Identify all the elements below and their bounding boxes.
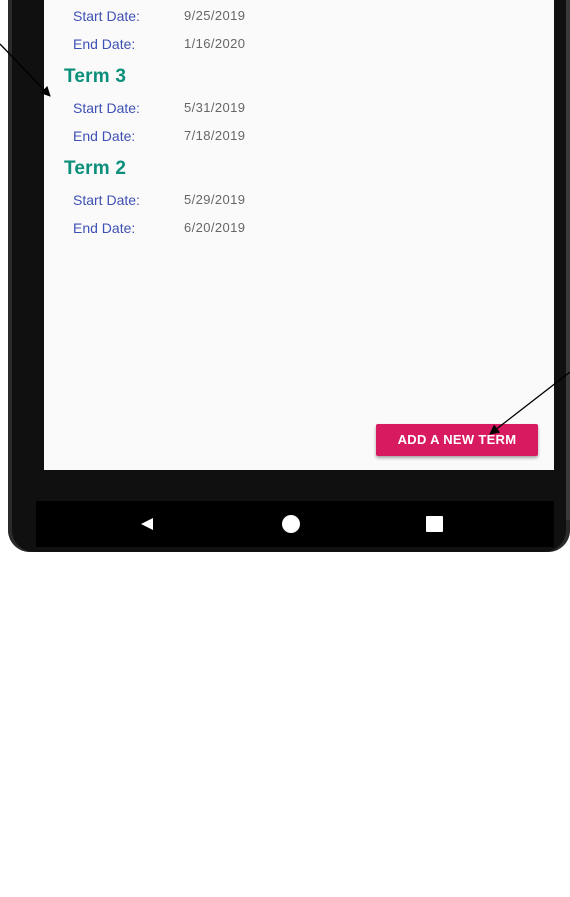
phone-frame: Start Date: 9/25/2019 End Date: 1/16/202… <box>8 0 570 552</box>
start-date-value: 5/29/2019 <box>184 192 246 207</box>
end-date-value: 6/20/2019 <box>184 220 246 235</box>
end-date-value: 1/16/2020 <box>184 36 246 51</box>
system-nav-bar <box>36 501 554 547</box>
start-date-label: Start Date: <box>73 192 140 208</box>
add-new-term-button[interactable]: ADD A NEW TERM <box>376 424 538 456</box>
start-date-value: 5/31/2019 <box>184 100 246 115</box>
recents-square-icon <box>426 516 443 532</box>
phone-side-bevel <box>566 0 570 520</box>
end-date-value: 7/18/2019 <box>184 128 246 143</box>
nav-home-button[interactable] <box>276 509 306 539</box>
end-date-label: End Date: <box>73 220 136 236</box>
start-date-label: Start Date: <box>73 8 140 24</box>
nav-recents-button[interactable] <box>419 509 449 539</box>
back-triangle-icon <box>141 518 153 530</box>
nav-back-button[interactable] <box>133 509 163 539</box>
term-title: Term 3 <box>64 66 127 87</box>
end-date-label: End Date: <box>73 36 136 52</box>
app-screen: Start Date: 9/25/2019 End Date: 1/16/202… <box>44 0 554 470</box>
term-title: Term 2 <box>64 158 127 179</box>
start-date-value: 9/25/2019 <box>184 8 246 23</box>
start-date-label: Start Date: <box>73 100 140 116</box>
home-circle-icon <box>282 515 300 533</box>
end-date-label: End Date: <box>73 128 136 144</box>
